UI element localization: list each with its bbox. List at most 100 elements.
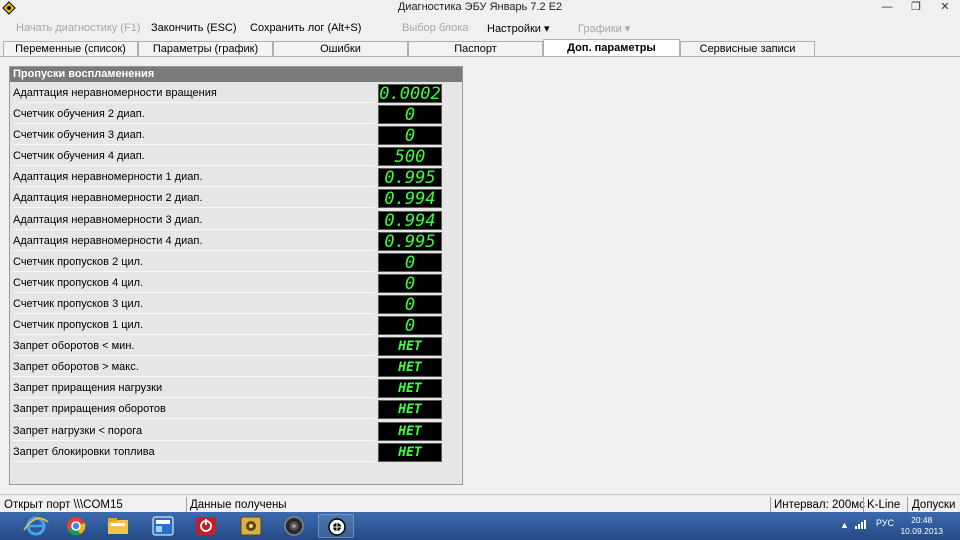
parameter-label: Счетчик пропусков 3 цил. — [13, 294, 375, 314]
parameter-value-display: 0.995 — [378, 231, 442, 251]
parameter-row: Счетчик пропусков 1 цил. 0 — [10, 315, 462, 336]
main-area: Пропуски воспламенения Адаптация неравно… — [0, 57, 960, 494]
ie-icon[interactable] — [18, 514, 54, 538]
parameter-row: Адаптация неравномерности 1 диап. 0.995 — [10, 167, 462, 188]
parameter-value-display: НЕТ — [378, 379, 442, 399]
close-button[interactable]: ✕ — [932, 0, 958, 16]
panel-header: Пропуски воспламенения — [10, 67, 462, 82]
save-log-button[interactable]: Сохранить лог (Alt+S) — [250, 22, 361, 34]
explorer-icon[interactable] — [100, 514, 136, 538]
parameter-label: Адаптация неравномерности 2 диап. — [13, 188, 375, 209]
tray-expand-icon[interactable]: ▲ — [840, 520, 849, 530]
language-indicator[interactable]: РУС — [876, 518, 894, 528]
parameter-list: Адаптация неравномерности вращения 0.0002… — [10, 83, 462, 463]
chrome-icon[interactable] — [58, 514, 94, 538]
tool-app-icon[interactable] — [233, 514, 269, 538]
finish-button[interactable]: Закончить (ESC) — [151, 22, 237, 34]
parameter-value-display: 0 — [378, 273, 442, 293]
menu-bar: Начать диагностику (F1) Закончить (ESC) … — [0, 18, 960, 40]
status-divider — [186, 497, 187, 512]
tab-errors[interactable]: Ошибки — [273, 41, 408, 57]
parameter-value-display: НЕТ — [378, 421, 442, 441]
parameter-value-display: 0.0002 — [378, 84, 442, 104]
port-status: Открыт порт \\\COM15 — [4, 499, 123, 511]
parameter-row: Запрет приращения нагрузки НЕТ — [10, 378, 462, 399]
status-divider — [863, 497, 864, 512]
parameter-row: Запрет блокировки топлива НЕТ — [10, 442, 462, 463]
parameter-label: Счетчик пропусков 1 цил. — [13, 315, 375, 336]
parameter-label: Запрет блокировки топлива — [13, 442, 375, 462]
parameter-label: Счетчик обучения 4 диап. — [13, 146, 375, 167]
misfire-panel: Пропуски воспламенения Адаптация неравно… — [9, 66, 463, 485]
tab-passport[interactable]: Паспорт — [408, 41, 543, 57]
parameter-row: Запрет нагрузки < порога НЕТ — [10, 421, 462, 442]
parameter-label: Запрет оборотов < мин. — [13, 336, 375, 357]
clock[interactable]: 20:48 10.09.2013 — [900, 515, 943, 537]
parameter-label: Счетчик пропусков 4 цил. — [13, 273, 375, 293]
parameter-label: Запрет приращения нагрузки — [13, 378, 375, 399]
taskbar: ▲ РУС 20:48 10.09.2013 — [0, 512, 960, 540]
charts-menu[interactable]: Графики ▾ — [578, 22, 630, 35]
parameter-value-display: 0 — [378, 252, 442, 272]
parameter-row: Адаптация неравномерности 2 диап. 0.994 — [10, 188, 462, 209]
minimize-button[interactable]: — — [874, 0, 900, 16]
tab-service-records[interactable]: Сервисные записи — [680, 41, 815, 57]
parameter-row: Счетчик обучения 4 диап. 500 — [10, 146, 462, 167]
parameter-value-display: 0 — [378, 126, 442, 146]
start-diagnostics-button[interactable]: Начать диагностику (F1) — [16, 22, 140, 34]
parameter-label: Запрет приращения оборотов — [13, 399, 375, 420]
parameter-value-display: 0.994 — [378, 210, 442, 230]
tab-extra-parameters[interactable]: Доп. параметры — [543, 39, 680, 57]
tolerances-button[interactable]: Допуски — [912, 497, 955, 513]
parameter-label: Адаптация неравномерности 4 диап. — [13, 231, 375, 251]
parameter-row: Счетчик обучения 2 диап. 0 — [10, 104, 462, 125]
parameter-value-display: 0.995 — [378, 168, 442, 188]
tab-parameters-chart[interactable]: Параметры (график) — [138, 41, 273, 57]
parameter-row: Счетчик обучения 3 диап. 0 — [10, 125, 462, 146]
title-bar: Диагностика ЭБУ Январь 7.2 Е2 — ❐ ✕ — [0, 0, 960, 16]
tab-variables-list[interactable]: Переменные (список) — [3, 41, 138, 57]
parameter-row: Адаптация неравномерности вращения 0.0002 — [10, 83, 462, 104]
restore-button[interactable]: ❐ — [903, 0, 929, 16]
parameter-row: Запрет приращения оборотов НЕТ — [10, 399, 462, 420]
parameter-row: Адаптация неравномерности 3 диап. 0.994 — [10, 210, 462, 231]
select-block-button[interactable]: Выбор блока — [402, 22, 468, 34]
parameter-row: Запрет оборотов > макс. НЕТ — [10, 357, 462, 378]
parameter-label: Адаптация неравномерности вращения — [13, 83, 375, 103]
window-title: Диагностика ЭБУ Январь 7.2 Е2 — [397, 1, 563, 13]
parameter-value-display: 0 — [378, 294, 442, 314]
parameter-value-display: НЕТ — [378, 442, 442, 462]
settings-menu[interactable]: Настройки ▾ — [487, 22, 550, 35]
diag-app-icon[interactable] — [318, 514, 354, 538]
clock-time: 20:48 — [911, 515, 933, 525]
interval-status: Интервал: 200мс — [774, 499, 865, 511]
status-bar: Открыт порт \\\COM15 Данные получены Инт… — [0, 494, 960, 512]
parameter-row: Счетчик пропусков 2 цил. 0 — [10, 252, 462, 273]
status-divider — [770, 497, 771, 512]
parameter-label: Адаптация неравномерности 1 диап. — [13, 167, 375, 188]
power-app-icon[interactable] — [188, 514, 224, 538]
parameter-label: Адаптация неравномерности 3 диап. — [13, 210, 375, 230]
clock-date: 10.09.2013 — [900, 526, 943, 536]
parameter-value-display: НЕТ — [378, 400, 442, 420]
parameter-value-display: 500 — [378, 147, 442, 167]
network-icon[interactable] — [855, 519, 867, 531]
parameter-value-display: НЕТ — [378, 358, 442, 378]
status-divider — [907, 497, 908, 512]
data-status: Данные получены — [190, 499, 287, 511]
parameter-label: Запрет нагрузки < порога — [13, 421, 375, 441]
k-line-status: K-Line — [867, 499, 901, 511]
parameter-value-display: НЕТ — [378, 337, 442, 357]
parameter-row: Адаптация неравномерности 4 диап. 0.995 — [10, 231, 462, 252]
parameter-value-display: 0 — [378, 316, 442, 336]
parameter-row: Запрет оборотов < мин. НЕТ — [10, 336, 462, 357]
speaker-app-icon[interactable] — [276, 514, 312, 538]
parameter-value-display: 0 — [378, 105, 442, 125]
parameter-label: Счетчик пропусков 2 цил. — [13, 252, 375, 272]
parameter-value-display: 0.994 — [378, 189, 442, 209]
app-blue-icon[interactable] — [145, 514, 181, 538]
parameter-label: Запрет оборотов > макс. — [13, 357, 375, 378]
parameter-label: Счетчик обучения 3 диап. — [13, 125, 375, 146]
parameter-row: Счетчик пропусков 4 цил. 0 — [10, 273, 462, 294]
tab-strip: Переменные (список) Параметры (график) О… — [0, 39, 960, 57]
